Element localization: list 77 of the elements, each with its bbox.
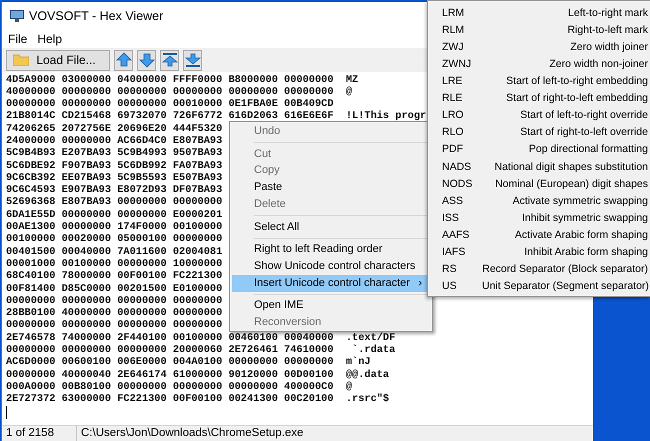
arrow-down-button[interactable] [137,50,156,70]
hex-bytes: 28BB0100 40000000 00000000 00000000 [6,307,222,320]
hex-bytes: 5C6DBE92 F907BA93 5C6DB992 FA07BA93 [6,160,222,172]
hex-bytes: 40000000 00000000 00000000 00000000 00000000 00000000 [6,86,334,98]
ascii-text: @@.data [346,368,390,381]
hex-bytes: 68C40100 78000000 00F00100 FC221300 [6,270,222,283]
window-title: VOVSOFT - Hex Viewer [29,8,164,25]
folder-icon [13,54,29,66]
hex-bytes: 00000000 00000000 00000000 00000000 [6,319,222,332]
load-file-button[interactable]: Load File... [6,50,110,70]
hex-bytes: 00100000 00020000 05000100 00000000 [6,233,222,246]
submenu-item[interactable]: ZWJ Zero width joiner [428,39,648,56]
menu-item[interactable]: File [8,30,28,48]
submenu-item[interactable]: ISS Inhibit symmetric swapping [428,210,648,228]
submenu-item[interactable]: RLE Start of right-to-left embedding [428,90,648,108]
ascii-text: .rsrc"$ [346,393,390,406]
arrow-up-button[interactable] [114,50,133,70]
arrow-down-icon [138,52,154,68]
hex-bytes: 2E727372 63000000 FC221300 00F00100 00241300 00C20100 [6,393,334,406]
submenu-item[interactable]: ZWNJ Zero width non-joiner [428,56,648,74]
app-icon [10,10,24,22]
hex-bytes: 21B8014C CD215468 69732070 726F6772 616D2063 616E6E6F [6,110,334,123]
hex-bytes: 00001000 00100000 00000000 10000000 [6,258,222,270]
hex-bytes: 9C6C4593 E907BA93 E8072D93 DF07BA93 [6,184,222,196]
menu-item[interactable]: Right to left Reading order [232,240,430,258]
submenu-item[interactable]: RLM Right-to-left mark [428,22,648,40]
ascii-text: .text/DF [346,332,396,344]
arrow-up-icon [116,52,132,68]
status-file-path: C:\Users\Jon\Downloads\ChromeSetup.exe [80,426,304,441]
hex-bytes: 00000000 00000000 00000000 20000060 2E726461 74610000 [6,344,334,356]
hex-bytes: 000A0000 00B80100 00000000 00000000 00000000 400000C0 [6,380,334,394]
ascii-text: !L!This progr [346,110,426,123]
submenu-item[interactable]: PDF Pop directional formatting [428,142,648,159]
submenu-item[interactable]: LRM Left-to-right mark [428,5,648,22]
submenu-item[interactable]: NADS National digit shapes substitution [428,158,648,176]
hex-bytes: 52696368 E807BA93 00000000 00000000 [6,196,222,209]
submenu-item[interactable]: ASS Activate symmetric swapping [428,193,648,210]
hex-bytes: 00000000 00000000 00000000 00000000 [6,294,222,308]
jump-to-top-icon [162,52,178,68]
submenu-item[interactable]: RLO Start of right-to-left override [428,124,648,142]
hex-bytes: 00AE1300 00000000 174F0000 00100000 [6,221,222,234]
hex-bytes: 00000000 00000000 00000000 00010000 0E1FBA0E 00B409CD [6,98,334,110]
status-position: 1 of 2158 [2,424,77,441]
hex-bytes: 00401500 00040000 7A011600 02004081 [6,246,222,258]
submenu-item[interactable]: LRE Start of left-to-right embedding [428,73,648,90]
submenu-item[interactable]: RS Record Separator (Block separator) [428,261,648,278]
menu-item[interactable]: Help [37,30,62,48]
menu-item[interactable]: Open IME [232,297,430,314]
jump-to-top-button[interactable] [160,50,179,70]
hex-bytes: 5C9B4B93 E207BA93 5C9B4993 9507BA93 [6,147,222,160]
hex-bytes: 00000000 40000040 2E646174 61000000 90120000 00D00100 [6,368,334,381]
hex-bytes: 2E746578 74000000 2F440100 00100000 00460100 00040000 [6,332,334,344]
hex-bytes: 9C6CB392 EE07BA93 5C9B5593 E507BA93 [6,172,222,184]
hex-bytes: 74206265 2072756E 20696E20 444F5320 [6,122,222,135]
menu-item[interactable]: Paste [232,179,430,196]
text-cursor [6,406,7,419]
ascii-text: MZ [346,74,358,86]
submenu-item[interactable]: LRO Start of left-to-right override [428,108,648,125]
jump-to-bottom-button[interactable] [183,50,202,70]
submenu-item[interactable]: US Unit Separator (Segment separator) [428,278,648,296]
submenu-item[interactable]: NODS Nominal (European) digit shapes [428,176,648,194]
submenu-arrow: › [418,276,422,291]
hex-bytes: 4D5A9000 03000000 04000000 FFFF0000 B8000000 00000000 [6,74,334,86]
hex-bytes: AC6D0000 00600100 006E0000 004A0100 00000000 00000000 [6,356,334,369]
submenu-item[interactable]: AAFS Activate Arabic form shaping [428,227,648,244]
ascii-text: m`nJ [346,356,371,369]
menu-item[interactable]: Insert Unicode control character › [232,274,430,292]
hex-bytes: 6DA1E55D 00000000 00000000 E0000201 [6,208,222,222]
ascii-text: @ [346,380,352,394]
hex-bytes: 00F81400 D85C0000 00201500 E0100000 [6,282,222,295]
menu-item[interactable]: Select All [232,218,430,236]
hex-bytes: 24000000 00000000 AC66D4C0 E807BA93 [6,134,222,148]
menu-item[interactable]: Show Unicode control characters [232,258,430,275]
ascii-text: `.rdata [351,344,396,356]
submenu-item[interactable]: IAFS Inhibit Arabic form shaping [428,244,648,262]
jump-to-bottom-icon [184,52,200,68]
ascii-text: @ [346,86,352,98]
